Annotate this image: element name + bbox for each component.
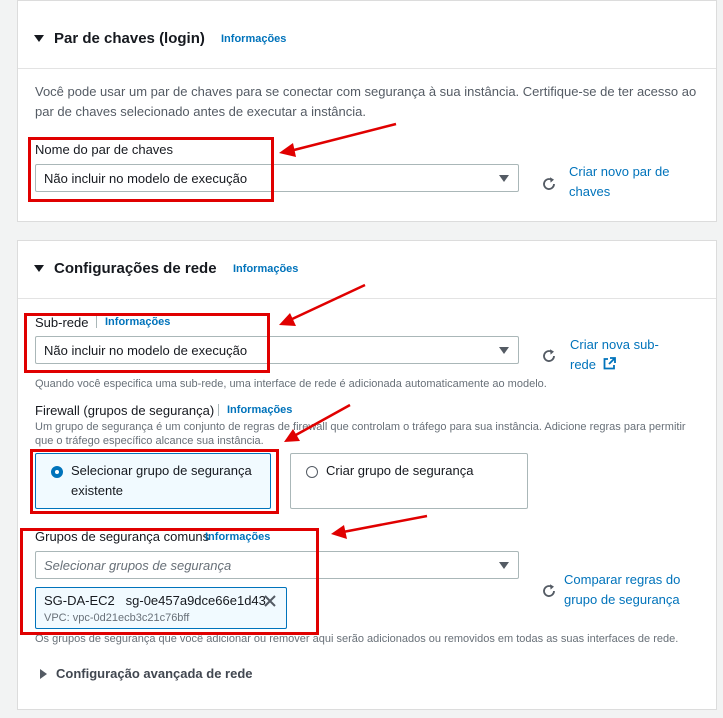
common-sg-label: Grupos de segurança comuns xyxy=(35,529,210,544)
subnet-label-divider xyxy=(96,316,97,328)
security-group-token: SG-DA-EC2 sg-0e457a9dce66e1d43 VPC: vpc-… xyxy=(35,587,287,629)
radio-selected-icon xyxy=(51,466,63,478)
token-vpc: VPC: vpc-0d21ecb3c21c76bff xyxy=(44,612,190,624)
subnet-select-value: Não incluir no modelo de execução xyxy=(44,343,248,358)
keypair-field-label: Nome do par de chaves xyxy=(35,142,174,157)
subnet-label: Sub-rede xyxy=(35,315,89,330)
compare-sg-rules-link[interactable]: Comparar regras do grupo de segurança xyxy=(564,570,714,610)
refresh-icon[interactable] xyxy=(540,582,558,600)
collapse-network-icon[interactable] xyxy=(34,265,44,272)
advanced-network-config-toggle[interactable]: Configuração avançada de rede xyxy=(56,666,253,681)
radio-select-existing-sg[interactable]: Selecionar grupo de segurança existente xyxy=(35,453,271,509)
firewall-description: Um grupo de segurança é um conjunto de r… xyxy=(35,421,686,447)
expand-advanced-icon[interactable] xyxy=(40,669,47,679)
create-subnet-link[interactable]: Criar nova sub- rede xyxy=(570,335,710,375)
security-groups-placeholder: Selecionar grupos de segurança xyxy=(44,558,232,573)
security-groups-select[interactable]: Selecionar grupos de segurança xyxy=(35,551,519,579)
radio-unselected-icon xyxy=(306,466,318,478)
remove-token-icon[interactable] xyxy=(263,594,277,608)
keypair-title: Par de chaves (login) xyxy=(54,30,205,47)
token-title-row: SG-DA-EC2 sg-0e457a9dce66e1d43 xyxy=(44,593,266,608)
subnet-info-link[interactable]: Informações xyxy=(105,316,170,328)
radio-create-sg-label: Criar grupo de segurança xyxy=(326,463,474,478)
keypair-select[interactable]: Não incluir no modelo de execução xyxy=(35,164,519,192)
token-id: sg-0e457a9dce66e1d43 xyxy=(125,593,266,608)
keypair-select-value: Não incluir no modelo de execução xyxy=(44,171,248,186)
create-keypair-link[interactable]: Criar novo par de chaves xyxy=(569,162,709,202)
create-subnet-link-line1: Criar nova sub- xyxy=(570,337,659,352)
radio-select-existing-sg-label: Selecionar grupo de segurança existente xyxy=(71,461,252,501)
refresh-icon[interactable] xyxy=(540,175,558,193)
caret-down-icon xyxy=(499,562,509,569)
keypair-description: Você pode usar um par de chaves para se … xyxy=(35,84,697,119)
create-keypair-link-line1: Criar novo par de xyxy=(569,164,670,179)
radio-select-existing-line2: existente xyxy=(71,483,124,498)
firewall-info-link[interactable]: Informações xyxy=(227,404,292,416)
radio-select-existing-line1: Selecionar grupo de segurança xyxy=(71,463,252,478)
keypair-info-link[interactable]: Informações xyxy=(221,33,286,45)
refresh-icon[interactable] xyxy=(540,347,558,365)
common-sg-help: Os grupos de segurança que você adiciona… xyxy=(35,633,679,645)
subnet-select[interactable]: Não incluir no modelo de execução xyxy=(35,336,519,364)
network-title: Configurações de rede xyxy=(54,260,217,277)
compare-sg-line2: grupo de segurança xyxy=(564,592,680,607)
caret-down-icon xyxy=(499,347,509,354)
external-link-icon xyxy=(603,357,616,370)
caret-down-icon xyxy=(499,175,509,182)
create-subnet-link-line2-row: rede xyxy=(570,355,710,375)
radio-create-sg[interactable]: Criar grupo de segurança xyxy=(290,453,528,509)
common-sg-info-link[interactable]: Informações xyxy=(205,531,270,543)
token-name: SG-DA-EC2 xyxy=(44,593,115,608)
network-info-link[interactable]: Informações xyxy=(233,263,298,275)
create-keypair-link-line2: chaves xyxy=(569,184,611,199)
firewall-label: Firewall (grupos de segurança) xyxy=(35,403,215,418)
create-subnet-link-line2: rede xyxy=(570,357,597,372)
collapse-keypair-icon[interactable] xyxy=(34,35,44,42)
compare-sg-line1: Comparar regras do xyxy=(564,572,681,587)
subnet-help: Quando você especifica uma sub-rede, uma… xyxy=(35,378,547,390)
firewall-label-divider xyxy=(218,404,219,416)
